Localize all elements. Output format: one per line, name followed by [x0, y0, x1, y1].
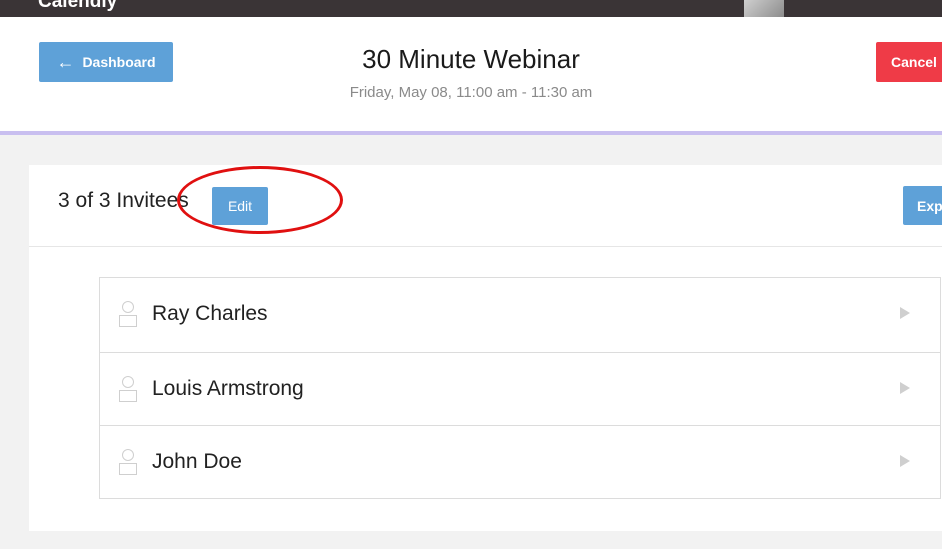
- invitee-name: Ray Charles: [152, 302, 268, 325]
- edit-button-label: Edit: [227, 198, 253, 214]
- export-button-label: Exp: [917, 197, 942, 214]
- brand-logo[interactable]: Calendly: [38, 0, 117, 13]
- chevron-right-icon: [900, 382, 910, 394]
- person-icon: [119, 301, 137, 327]
- event-title: 30 Minute Webinar: [362, 44, 580, 74]
- event-header: ← Dashboard 30 Minute Webinar Friday, Ma…: [0, 17, 942, 135]
- cancel-button[interactable]: Cancel: [876, 42, 942, 82]
- cancel-button-label: Cancel: [891, 54, 937, 70]
- invitee-row[interactable]: Louis Armstrong: [100, 352, 940, 425]
- person-icon: [119, 376, 137, 402]
- export-button[interactable]: Exp: [903, 186, 942, 225]
- invitee-list: Ray Charles Louis Armstrong John Doe: [99, 277, 941, 499]
- invitees-card: 3 of 3 Invitees Edit Exp Ray Charles Lou…: [29, 165, 942, 531]
- top-nav-bar: Calendly: [0, 0, 942, 17]
- invitee-count: 3 of 3 Invitees: [58, 189, 189, 212]
- person-icon: [119, 449, 137, 475]
- user-avatar[interactable]: [744, 0, 784, 17]
- invitee-name: Louis Armstrong: [152, 377, 304, 400]
- invitee-row[interactable]: John Doe: [100, 425, 940, 498]
- chevron-right-icon: [900, 455, 910, 467]
- edit-button[interactable]: Edit: [212, 187, 268, 225]
- invitee-row[interactable]: Ray Charles: [100, 278, 940, 352]
- chevron-right-icon: [900, 307, 910, 319]
- invitees-card-header: 3 of 3 Invitees Edit Exp: [29, 165, 942, 247]
- event-time: Friday, May 08, 11:00 am - 11:30 am: [349, 84, 593, 101]
- invitee-name: John Doe: [152, 450, 242, 473]
